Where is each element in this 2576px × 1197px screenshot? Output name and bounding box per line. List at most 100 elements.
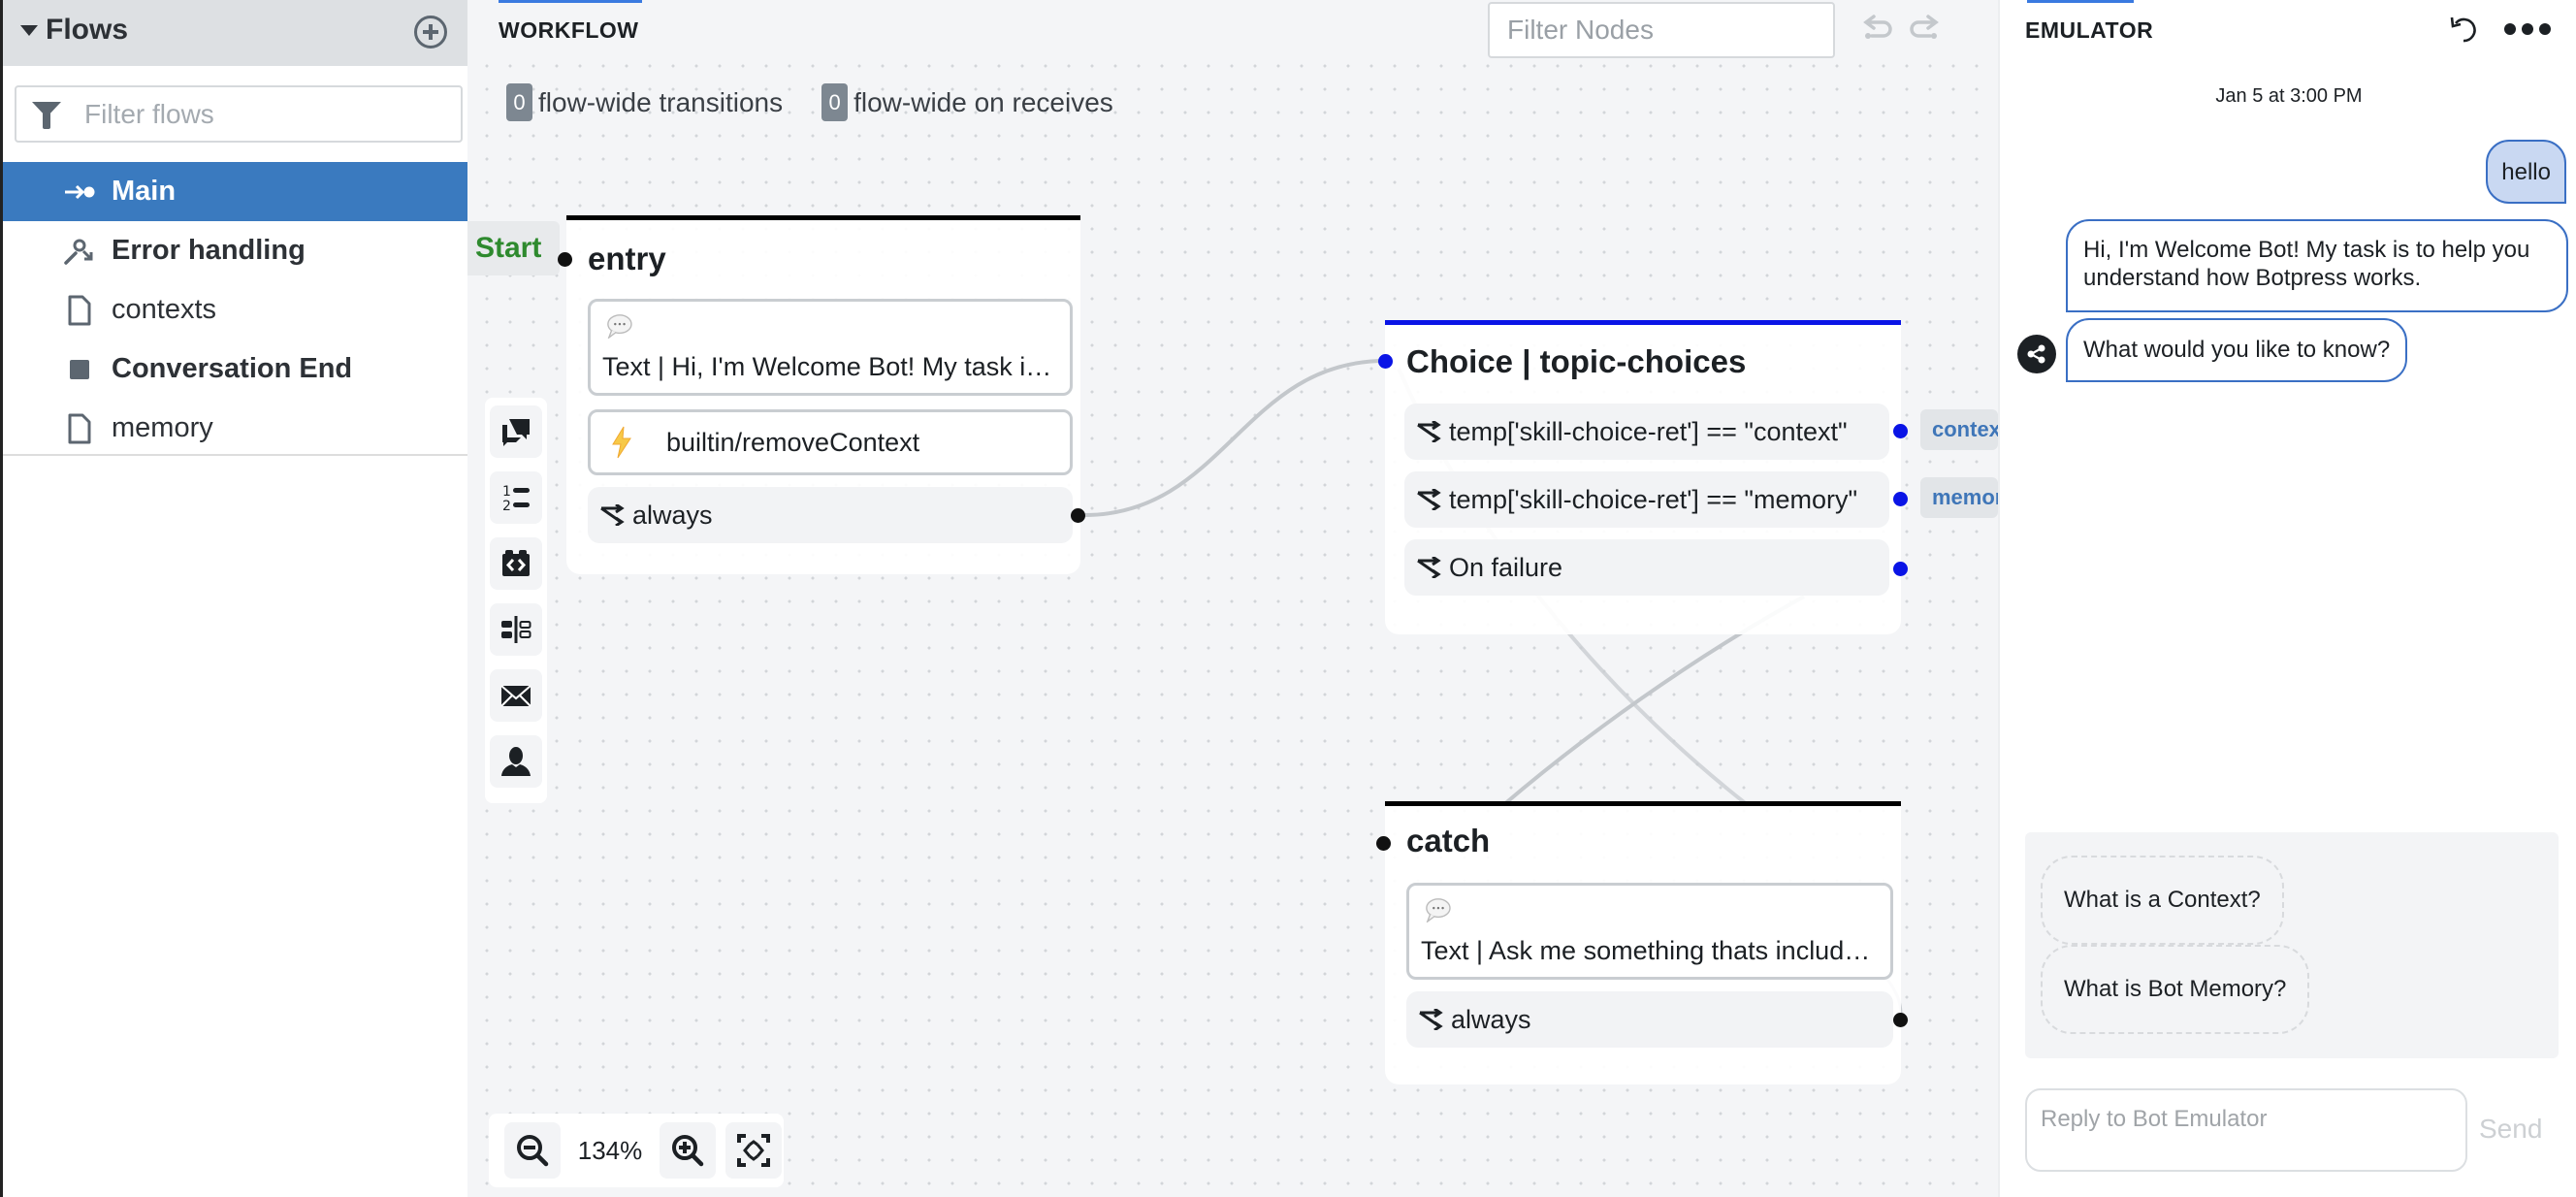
zoom-out-button[interactable] xyxy=(504,1122,561,1179)
transition-label: always xyxy=(632,500,713,530)
entry-input-port[interactable] xyxy=(558,252,572,267)
more-options-button[interactable] xyxy=(2504,23,2551,37)
flows-toggle[interactable]: Flows xyxy=(20,14,128,47)
filter-flows-input[interactable] xyxy=(84,98,453,130)
flow-item-contexts[interactable]: contexts xyxy=(3,280,467,340)
say-text: Text | Ask me something thats include... xyxy=(1421,936,1879,965)
dot xyxy=(2539,23,2551,35)
filter-icon xyxy=(32,100,61,129)
say-card[interactable]: Text | Ask me something thats include... xyxy=(1406,883,1893,980)
node-choice[interactable]: Choice | topic-choices temp['skill-choic… xyxy=(1378,320,1908,634)
workflow-tab-indicator xyxy=(499,0,642,3)
failure-output-port[interactable] xyxy=(1893,562,1908,576)
say-card[interactable]: Text | Hi, I'm Welcome Bot! My task is .… xyxy=(588,299,1073,396)
undo-icon xyxy=(1863,15,1892,39)
transition-icon xyxy=(600,504,625,526)
split-icon xyxy=(501,616,531,643)
target-chip-contexts[interactable]: contexts xyxy=(1920,409,1998,450)
node-title: catch xyxy=(1406,823,1491,858)
transition-memory[interactable]: temp['skill-choice-ret'] == "memory" xyxy=(1404,471,1889,528)
filter-nodes-input[interactable] xyxy=(1488,2,1835,58)
action-card[interactable]: builtin/removeContext xyxy=(588,409,1073,475)
tool-send-message[interactable] xyxy=(490,669,542,722)
transition-icon xyxy=(1419,1009,1443,1030)
node-title: entry xyxy=(588,241,666,276)
redo-button[interactable] xyxy=(1907,14,1940,43)
catch-input-port[interactable] xyxy=(1376,836,1391,851)
add-flow-button[interactable] xyxy=(414,16,447,49)
share-icon xyxy=(2027,344,2045,364)
svg-text:2: 2 xyxy=(502,499,511,514)
tool-options-list[interactable]: 12 xyxy=(490,471,542,524)
fit-view-icon xyxy=(737,1134,770,1167)
workflow-canvas[interactable]: WORKFLOW 0 flow-wide transitions 0 flow-… xyxy=(467,0,1998,1197)
node-toolbox: 12 xyxy=(485,398,547,803)
transition-context[interactable]: temp['skill-choice-ret'] == "context" xyxy=(1404,404,1889,460)
transition-label: temp['skill-choice-ret'] == "memory" xyxy=(1449,484,1858,514)
choice-input-port[interactable] xyxy=(1378,354,1393,369)
node-title: Choice | topic-choices xyxy=(1406,343,1747,379)
flow-item-conversation-end[interactable]: Conversation End xyxy=(3,340,467,399)
flow-label: memory xyxy=(112,412,213,443)
error-flow-icon xyxy=(63,237,96,266)
code-icon xyxy=(502,550,530,576)
start-label: Start xyxy=(467,221,560,275)
flow-wide-transitions[interactable]: 0 flow-wide transitions xyxy=(506,83,783,121)
transition-icon xyxy=(1417,489,1441,510)
node-catch[interactable]: catch Text | Ask me something thats incl… xyxy=(1376,801,1908,1084)
message-date: Jan 5 at 3:00 PM xyxy=(2215,85,2363,107)
flow-label: Main xyxy=(112,176,177,207)
node-topbar xyxy=(1385,320,1901,325)
transition-label: always xyxy=(1451,1004,1531,1034)
target-chip-memory[interactable]: memory xyxy=(1920,477,1998,518)
receives-count-badge: 0 xyxy=(821,83,849,121)
catch-output-port[interactable] xyxy=(1893,1013,1908,1027)
reset-conversation-button[interactable] xyxy=(2448,14,2481,47)
sidebar-divider xyxy=(3,454,467,456)
speech-bubble-icon xyxy=(1426,898,1451,922)
entry-output-port[interactable] xyxy=(1071,508,1085,523)
flow-wide-summary: 0 flow-wide transitions 0 flow-wide on r… xyxy=(506,83,1152,121)
flow-list: Main Error handling contexts Conversatio… xyxy=(3,162,467,458)
tool-user-input[interactable] xyxy=(490,735,542,788)
lightning-icon xyxy=(612,426,631,459)
undo-button[interactable] xyxy=(1862,14,1895,43)
tool-say-something[interactable] xyxy=(490,405,542,458)
say-text: Text | Hi, I'm Welcome Bot! My task is .… xyxy=(602,352,1058,381)
send-button[interactable]: Send xyxy=(2479,1114,2542,1145)
reply-input[interactable] xyxy=(2025,1088,2467,1172)
tool-execute-code[interactable] xyxy=(490,537,542,590)
transition-on-failure[interactable]: On failure xyxy=(1404,539,1889,596)
user-message: hello xyxy=(2486,140,2566,204)
zoom-in-button[interactable] xyxy=(660,1122,716,1179)
bot-message: What would you like to know? xyxy=(2066,318,2408,382)
flow-item-memory[interactable]: memory xyxy=(3,399,467,458)
quick-reply-context[interactable]: What is a Context? xyxy=(2041,856,2284,945)
flows-title: Flows xyxy=(46,14,129,46)
memory-output-port[interactable] xyxy=(1893,492,1908,506)
fit-view-button[interactable] xyxy=(725,1122,782,1179)
transition-always[interactable]: always xyxy=(588,487,1073,543)
flows-header: Flows xyxy=(3,0,467,66)
tool-router[interactable] xyxy=(490,603,542,656)
redo-icon xyxy=(1910,15,1939,39)
receives-label: flow-wide on receives xyxy=(853,86,1113,117)
flows-sidebar: Flows Main Error handling contexts xyxy=(0,0,467,1197)
transition-always[interactable]: always xyxy=(1406,991,1893,1048)
flow-wide-receives[interactable]: 0 flow-wide on receives xyxy=(821,83,1113,121)
node-topbar xyxy=(566,215,1080,220)
node-entry[interactable]: entry Text | Hi, I'm Welcome Bot! My tas… xyxy=(558,215,1085,574)
transition-icon xyxy=(1417,421,1441,442)
quick-replies: What is a Context? What is Bot Memory? xyxy=(2025,832,2559,1058)
transition-icon xyxy=(1417,557,1441,578)
envelope-icon xyxy=(500,685,531,707)
context-output-port[interactable] xyxy=(1893,424,1908,438)
speech-bubble-icon xyxy=(607,314,632,339)
svg-text:1: 1 xyxy=(502,484,511,500)
bot-message: Hi, I'm Welcome Bot! My task is to help … xyxy=(2066,219,2568,312)
flow-item-main[interactable]: Main xyxy=(3,162,467,221)
flow-label: Error handling xyxy=(112,235,306,266)
quick-reply-memory[interactable]: What is Bot Memory? xyxy=(2041,945,2310,1034)
flow-item-error-handling[interactable]: Error handling xyxy=(3,221,467,280)
bot-avatar xyxy=(2017,335,2056,373)
